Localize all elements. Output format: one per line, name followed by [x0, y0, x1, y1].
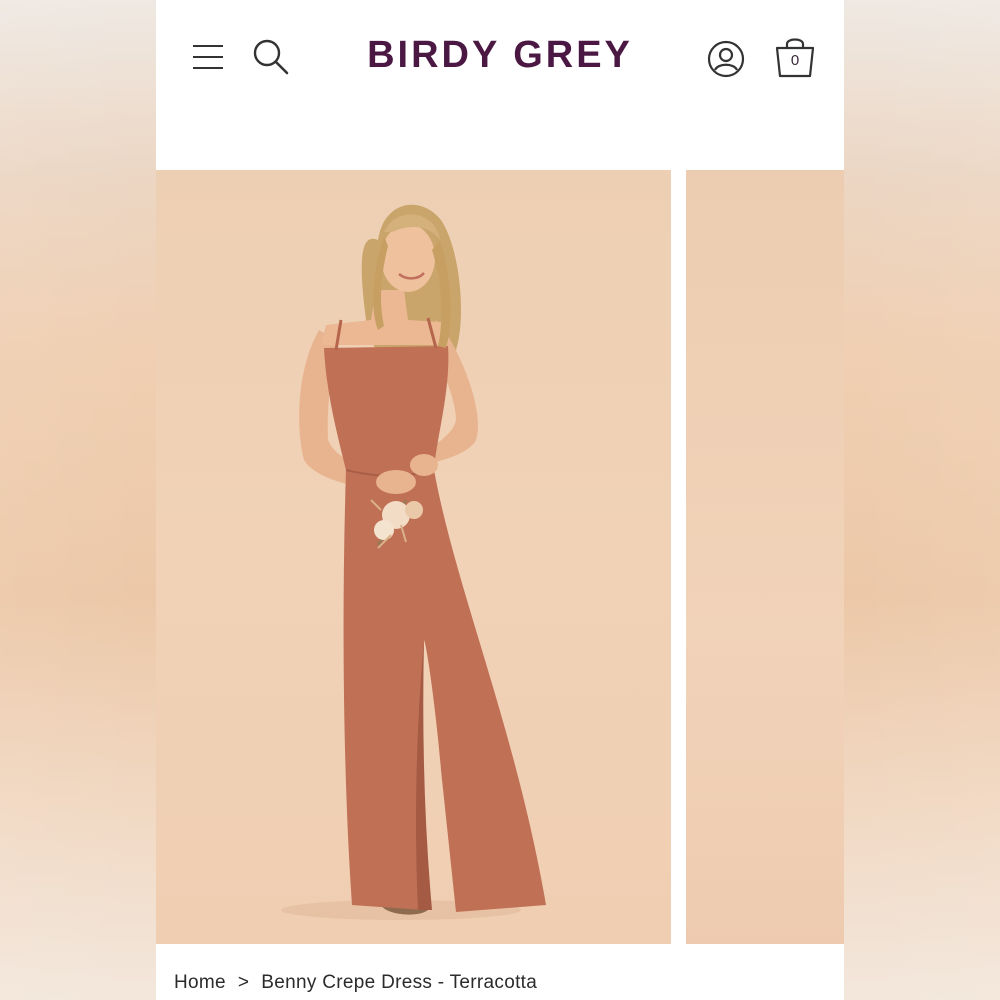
product-image-main[interactable]: [156, 170, 671, 944]
breadcrumb-separator: >: [237, 972, 250, 993]
search-icon[interactable]: [252, 38, 290, 76]
product-image-next[interactable]: [686, 170, 844, 944]
breadcrumb: Home > Benny Crepe Dress - Terracotta: [174, 972, 537, 994]
brand-logo-link[interactable]: BIRDY GREY: [367, 34, 633, 76]
breadcrumb-current: Benny Crepe Dress - Terracotta: [261, 972, 538, 993]
hamburger-menu-icon[interactable]: [192, 40, 224, 72]
product-gallery: [156, 170, 844, 944]
user-account-icon[interactable]: [706, 39, 746, 79]
mobile-page: BIRDY GREY 0 Home > Benny Crepe Dress - …: [156, 0, 844, 1000]
cart-count: 0: [790, 52, 800, 69]
shopping-bag-icon[interactable]: 0: [774, 34, 816, 80]
site-header: BIRDY GREY 0: [156, 0, 844, 170]
breadcrumb-home-link[interactable]: Home: [174, 972, 226, 993]
model-in-terracotta-dress-image: [281, 204, 546, 920]
